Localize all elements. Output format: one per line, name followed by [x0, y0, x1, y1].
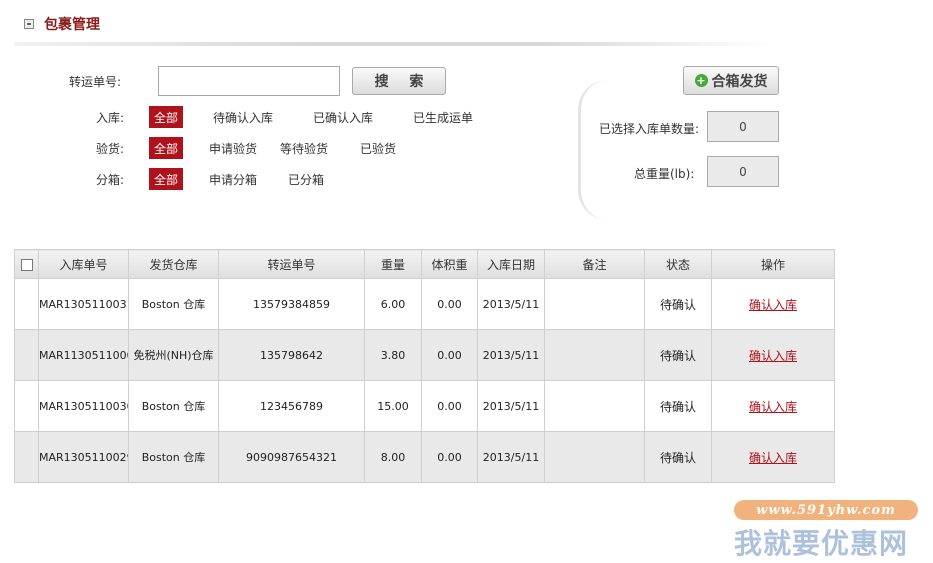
- confirm-inbound-link[interactable]: 确认入库: [749, 298, 797, 312]
- confirm-inbound-link[interactable]: 确认入库: [749, 349, 797, 363]
- filter-inbound-all[interactable]: 全部: [149, 106, 184, 128]
- total-weight-label: 总重量(lb):: [634, 167, 695, 181]
- select-all-checkbox[interactable]: [20, 258, 33, 271]
- cell-status: 待确认: [644, 329, 712, 381]
- filter-inspection-all[interactable]: 全部: [149, 137, 184, 159]
- filter-split-done[interactable]: 已分箱: [288, 171, 324, 188]
- col-header-weight: 重量: [364, 249, 422, 279]
- col-header-note: 备注: [544, 249, 645, 279]
- col-header-status: 状态: [644, 249, 712, 279]
- filter-split-requested[interactable]: 申请分箱: [209, 171, 257, 188]
- row-select-cell: [14, 329, 39, 381]
- cell-date: 2013/5/11: [477, 329, 545, 381]
- filter-inspection-done[interactable]: 已验货: [360, 140, 396, 157]
- cell-volume-weight: 0.00: [421, 431, 478, 483]
- row-select-cell: [14, 278, 39, 330]
- cell-action: 确认入库: [711, 329, 835, 381]
- cell-warehouse: 免税州(NH)仓库: [128, 329, 219, 381]
- selected-count-value: 0: [707, 111, 779, 142]
- filter-inbound-waybill[interactable]: 已生成运单: [413, 109, 473, 126]
- row-select-cell: [14, 380, 39, 432]
- filter-inspection-requested[interactable]: 申请验货: [209, 140, 257, 157]
- tracking-label: 转运单号:: [69, 75, 122, 89]
- panel-divider: [578, 80, 608, 220]
- cell-action: 确认入库: [711, 380, 835, 432]
- cell-note: [544, 278, 645, 330]
- confirm-inbound-link[interactable]: 确认入库: [749, 400, 797, 414]
- cell-inbound-id: MAR1305110029: [38, 431, 129, 483]
- cell-weight: 6.00: [364, 278, 422, 330]
- cell-volume-weight: 0.00: [421, 380, 478, 432]
- table-row: MAR1305110031 Boston 仓库 13579384859 6.00…: [14, 278, 835, 330]
- col-header-warehouse: 发货仓库: [128, 249, 219, 279]
- combine-ship-label: 合箱发货: [711, 73, 768, 90]
- filter-label-inspection: 验货:: [96, 142, 125, 156]
- cell-status: 待确认: [644, 380, 712, 432]
- cell-note: [544, 380, 645, 432]
- filter-split-all[interactable]: 全部: [149, 168, 184, 190]
- cell-date: 2013/5/11: [477, 278, 545, 330]
- cell-weight: 3.80: [364, 329, 422, 381]
- cell-warehouse: Boston 仓库: [128, 431, 219, 483]
- cell-warehouse: Boston 仓库: [128, 278, 219, 330]
- selected-count-label: 已选择入库单数量:: [599, 122, 700, 136]
- cell-tracking: 135798642: [218, 329, 365, 381]
- add-icon: +: [694, 74, 708, 87]
- combine-ship-button[interactable]: + 合箱发货: [683, 66, 779, 95]
- cell-warehouse: Boston 仓库: [128, 380, 219, 432]
- cell-tracking: 9090987654321: [218, 431, 365, 483]
- cell-note: [544, 431, 645, 483]
- filter-label-inbound: 入库:: [96, 111, 125, 125]
- cell-action: 确认入库: [711, 431, 835, 483]
- watermark-url: www.591yhw.com: [734, 500, 918, 520]
- select-all-cell[interactable]: [14, 249, 39, 279]
- cell-volume-weight: 0.00: [421, 278, 478, 330]
- cell-inbound-id: MAR1305110031: [38, 278, 129, 330]
- header-divider: [14, 42, 770, 46]
- cell-weight: 15.00: [364, 380, 422, 432]
- filter-inbound-pending[interactable]: 待确认入库: [213, 109, 273, 126]
- page-title: 包裹管理: [44, 17, 100, 33]
- cell-action: 确认入库: [711, 278, 835, 330]
- cell-note: [544, 329, 645, 381]
- confirm-inbound-link[interactable]: 确认入库: [749, 451, 797, 465]
- cell-date: 2013/5/11: [477, 380, 545, 432]
- cell-status: 待确认: [644, 278, 712, 330]
- package-table: 入库单号 发货仓库 转运单号 重量 体积重 入库日期 备注 状态 操作 MAR1…: [14, 249, 835, 483]
- row-select-cell: [14, 431, 39, 483]
- cell-tracking: 123456789: [218, 380, 365, 432]
- cell-inbound-id: MAR1305110030: [38, 380, 129, 432]
- cell-date: 2013/5/11: [477, 431, 545, 483]
- table-row: MAR1305110029 Boston 仓库 9090987654321 8.…: [14, 431, 835, 483]
- cell-inbound-id: MAR11305110001: [38, 329, 129, 381]
- table-row: MAR1305110030 Boston 仓库 123456789 15.00 …: [14, 380, 835, 432]
- filter-inbound-confirmed[interactable]: 已确认入库: [313, 109, 373, 126]
- col-header-action: 操作: [711, 249, 835, 279]
- cell-status: 待确认: [644, 431, 712, 483]
- filter-inspection-waiting[interactable]: 等待验货: [280, 140, 328, 157]
- col-header-tracking: 转运单号: [218, 249, 365, 279]
- cell-tracking: 13579384859: [218, 278, 365, 330]
- col-header-date: 入库日期: [477, 249, 545, 279]
- col-header-volume-weight: 体积重: [421, 249, 478, 279]
- total-weight-value: 0: [707, 156, 779, 187]
- cell-volume-weight: 0.00: [421, 329, 478, 381]
- collapse-icon[interactable]: [24, 19, 34, 29]
- filter-label-split: 分箱:: [96, 173, 125, 187]
- tracking-search-input[interactable]: [158, 66, 340, 96]
- table-row: MAR11305110001 免税州(NH)仓库 135798642 3.80 …: [14, 329, 835, 381]
- table-header-row: 入库单号 发货仓库 转运单号 重量 体积重 入库日期 备注 状态 操作: [14, 249, 835, 279]
- watermark-logo: 我就要优惠网: [734, 527, 909, 560]
- col-header-inbound-id: 入库单号: [38, 249, 129, 279]
- search-button[interactable]: 搜 索: [352, 67, 446, 95]
- cell-weight: 8.00: [364, 431, 422, 483]
